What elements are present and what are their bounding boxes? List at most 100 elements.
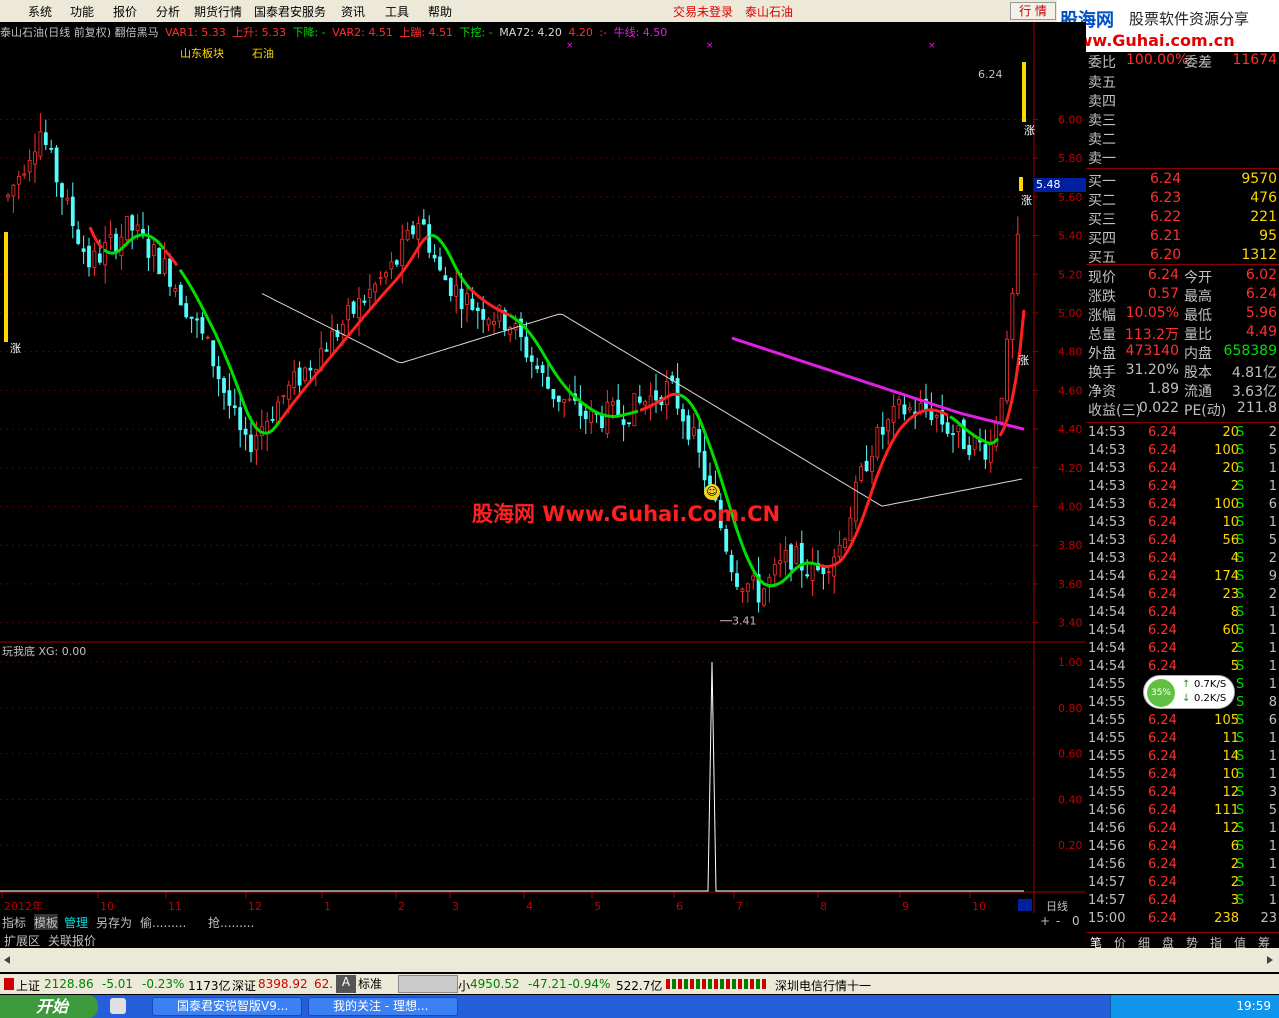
news-ticker[interactable]: 深圳电信行情十一: [775, 977, 871, 994]
tick-row: 14:54 6.24 8 S 1: [1086, 605, 1279, 623]
x-tick-label: 10: [100, 900, 114, 913]
candle-body: [934, 414, 939, 418]
top-x-marker: ×: [928, 41, 936, 51]
tick-count: 1: [1268, 875, 1277, 890]
tick-time: 14:53: [1088, 461, 1126, 476]
menu-quote[interactable]: 报价: [113, 3, 137, 20]
trade-status[interactable]: 交易未登录: [673, 3, 733, 20]
stat-label: 内盘: [1184, 346, 1212, 362]
tick-price: 6.24: [1148, 569, 1177, 584]
candle-body: [497, 305, 502, 322]
stat-label: 外盘: [1088, 346, 1116, 362]
menu-function[interactable]: 功能: [70, 3, 94, 20]
menu-news[interactable]: 资讯: [341, 3, 365, 20]
buy-row[interactable]: 买四 6.21 95: [1086, 228, 1279, 247]
menu-gtja-service[interactable]: 国泰君安服务: [254, 3, 326, 20]
candle-body: [492, 321, 496, 325]
colon-dash: :-: [599, 26, 608, 39]
start-button[interactable]: 开始: [0, 995, 98, 1018]
tick-row: 14:53 6.24 20 S 2: [1086, 425, 1279, 443]
sector-label: 山东板块: [180, 47, 224, 60]
down-arrow-icon: ↓: [1182, 693, 1191, 704]
tick-side: S: [1236, 749, 1245, 764]
quote-button[interactable]: 行 情: [1010, 2, 1056, 20]
task-gtja[interactable]: 国泰君安锐智版V9...: [152, 997, 302, 1016]
buy-row[interactable]: 买三 6.22 221: [1086, 209, 1279, 228]
candle-body: [405, 229, 410, 241]
smiley-icon[interactable]: ☺: [704, 484, 720, 500]
tick-row: 14:53 6.24 10 S 1: [1086, 515, 1279, 533]
extension-tab[interactable]: 扩展区: [4, 932, 40, 949]
menu-futures[interactable]: 期货行情: [194, 3, 242, 20]
candle-body: [556, 395, 561, 403]
zero-button[interactable]: 0: [1072, 914, 1080, 928]
small-cap-amount: 522.7亿: [616, 979, 663, 993]
tick-time: 14:54: [1088, 659, 1126, 674]
task-watchlist[interactable]: 我的关注 - 理想...: [308, 997, 458, 1016]
candle-body: [610, 401, 615, 406]
zoom-controls[interactable]: + - 0: [1036, 913, 1086, 930]
kline-chart[interactable]: 6.00 5.80 5.60 5.40 5.20 5.00 4.80 4.60 4.40 4.20…: [0, 22, 1086, 913]
y-tick-label: 4.40: [1058, 423, 1083, 436]
candle-body: [54, 147, 59, 183]
zoom-in-icon[interactable]: +: [1040, 914, 1050, 928]
candle-body: [184, 303, 189, 318]
weibi-label: 委比: [1088, 55, 1116, 71]
menu-tools[interactable]: 工具: [385, 3, 409, 20]
candle-body: [567, 398, 572, 401]
tick-row: 14:55 6.24 12 S 3: [1086, 785, 1279, 803]
extension-tab[interactable]: 关联报价: [48, 932, 96, 949]
y-tick-label: 5.60: [1058, 191, 1083, 204]
tick-count: 1: [1268, 893, 1277, 908]
candle-body: [589, 410, 594, 423]
zoom-out-icon[interactable]: -: [1056, 914, 1060, 928]
candle-body: [697, 429, 702, 453]
ime-icon[interactable]: A: [336, 975, 356, 993]
clock[interactable]: 19:59: [1236, 999, 1271, 1013]
indicator-tab[interactable]: 管理: [64, 914, 88, 931]
candle-body: [416, 222, 421, 240]
candle-body: [6, 194, 10, 198]
candle-body: [286, 384, 291, 400]
stat-label: 现价: [1088, 270, 1116, 286]
scroll-right-icon[interactable]: [1267, 956, 1273, 964]
indicator-tab[interactable]: 模板: [34, 914, 59, 931]
stat-row: 涨跌 0.57 最高 6.24: [1086, 286, 1279, 305]
weibi-row: 委比 100.00% 委差 11674: [1086, 52, 1279, 71]
indicator-tab[interactable]: 抢.........: [208, 914, 254, 931]
tick-count: 5: [1268, 533, 1277, 548]
quicklaunch-icon[interactable]: [110, 998, 126, 1014]
menu-analysis[interactable]: 分析: [156, 3, 180, 20]
status-bar: 上证 2128.86 -5.01 -0.23% 1173亿 深证 8398.92…: [0, 974, 1279, 994]
sh-percent: -0.23%: [142, 977, 185, 991]
ime-standard[interactable]: 标准: [358, 975, 382, 992]
rise-marker: 涨: [10, 342, 21, 355]
tick-count: 1: [1268, 731, 1277, 746]
tick-time: 14:55: [1088, 767, 1126, 782]
menu-help[interactable]: 帮助: [428, 3, 452, 20]
indicator-tab[interactable]: 另存为: [96, 914, 132, 931]
net-speed-widget[interactable]: 35% ↑ 0.7K/S ↓ 0.2K/S: [1143, 675, 1235, 709]
indicator-tab[interactable]: 偷.........: [140, 914, 186, 931]
candle-body: [205, 336, 210, 339]
candle-body: [783, 550, 788, 563]
indicator-tab[interactable]: 指标: [2, 914, 26, 931]
horizontal-scrollbar[interactable]: [0, 948, 1279, 972]
candle-body: [43, 132, 48, 145]
tick-price: 6.24: [1148, 425, 1177, 440]
tick-row: 14:53 6.24 20 S 1: [1086, 461, 1279, 479]
menu-system[interactable]: 系统: [28, 3, 52, 20]
buy-row[interactable]: 买一 6.24 9570: [1086, 171, 1279, 190]
sz-value: 8398.92: [258, 977, 308, 991]
tick-side: S: [1236, 875, 1245, 890]
ime-toolbar[interactable]: [398, 975, 458, 993]
scroll-left-icon[interactable]: [4, 956, 10, 964]
buy-row[interactable]: 买二 6.23 476: [1086, 190, 1279, 209]
x-tick-label: 11: [168, 900, 182, 913]
x-cursor-marker: [1018, 899, 1032, 911]
tick-row: 14:54 6.24 60 S 1: [1086, 623, 1279, 641]
stat-value: 658389: [1223, 343, 1277, 359]
tick-time: 14:56: [1088, 857, 1126, 872]
candle-body: [1005, 338, 1009, 402]
candle-body: [578, 402, 583, 416]
